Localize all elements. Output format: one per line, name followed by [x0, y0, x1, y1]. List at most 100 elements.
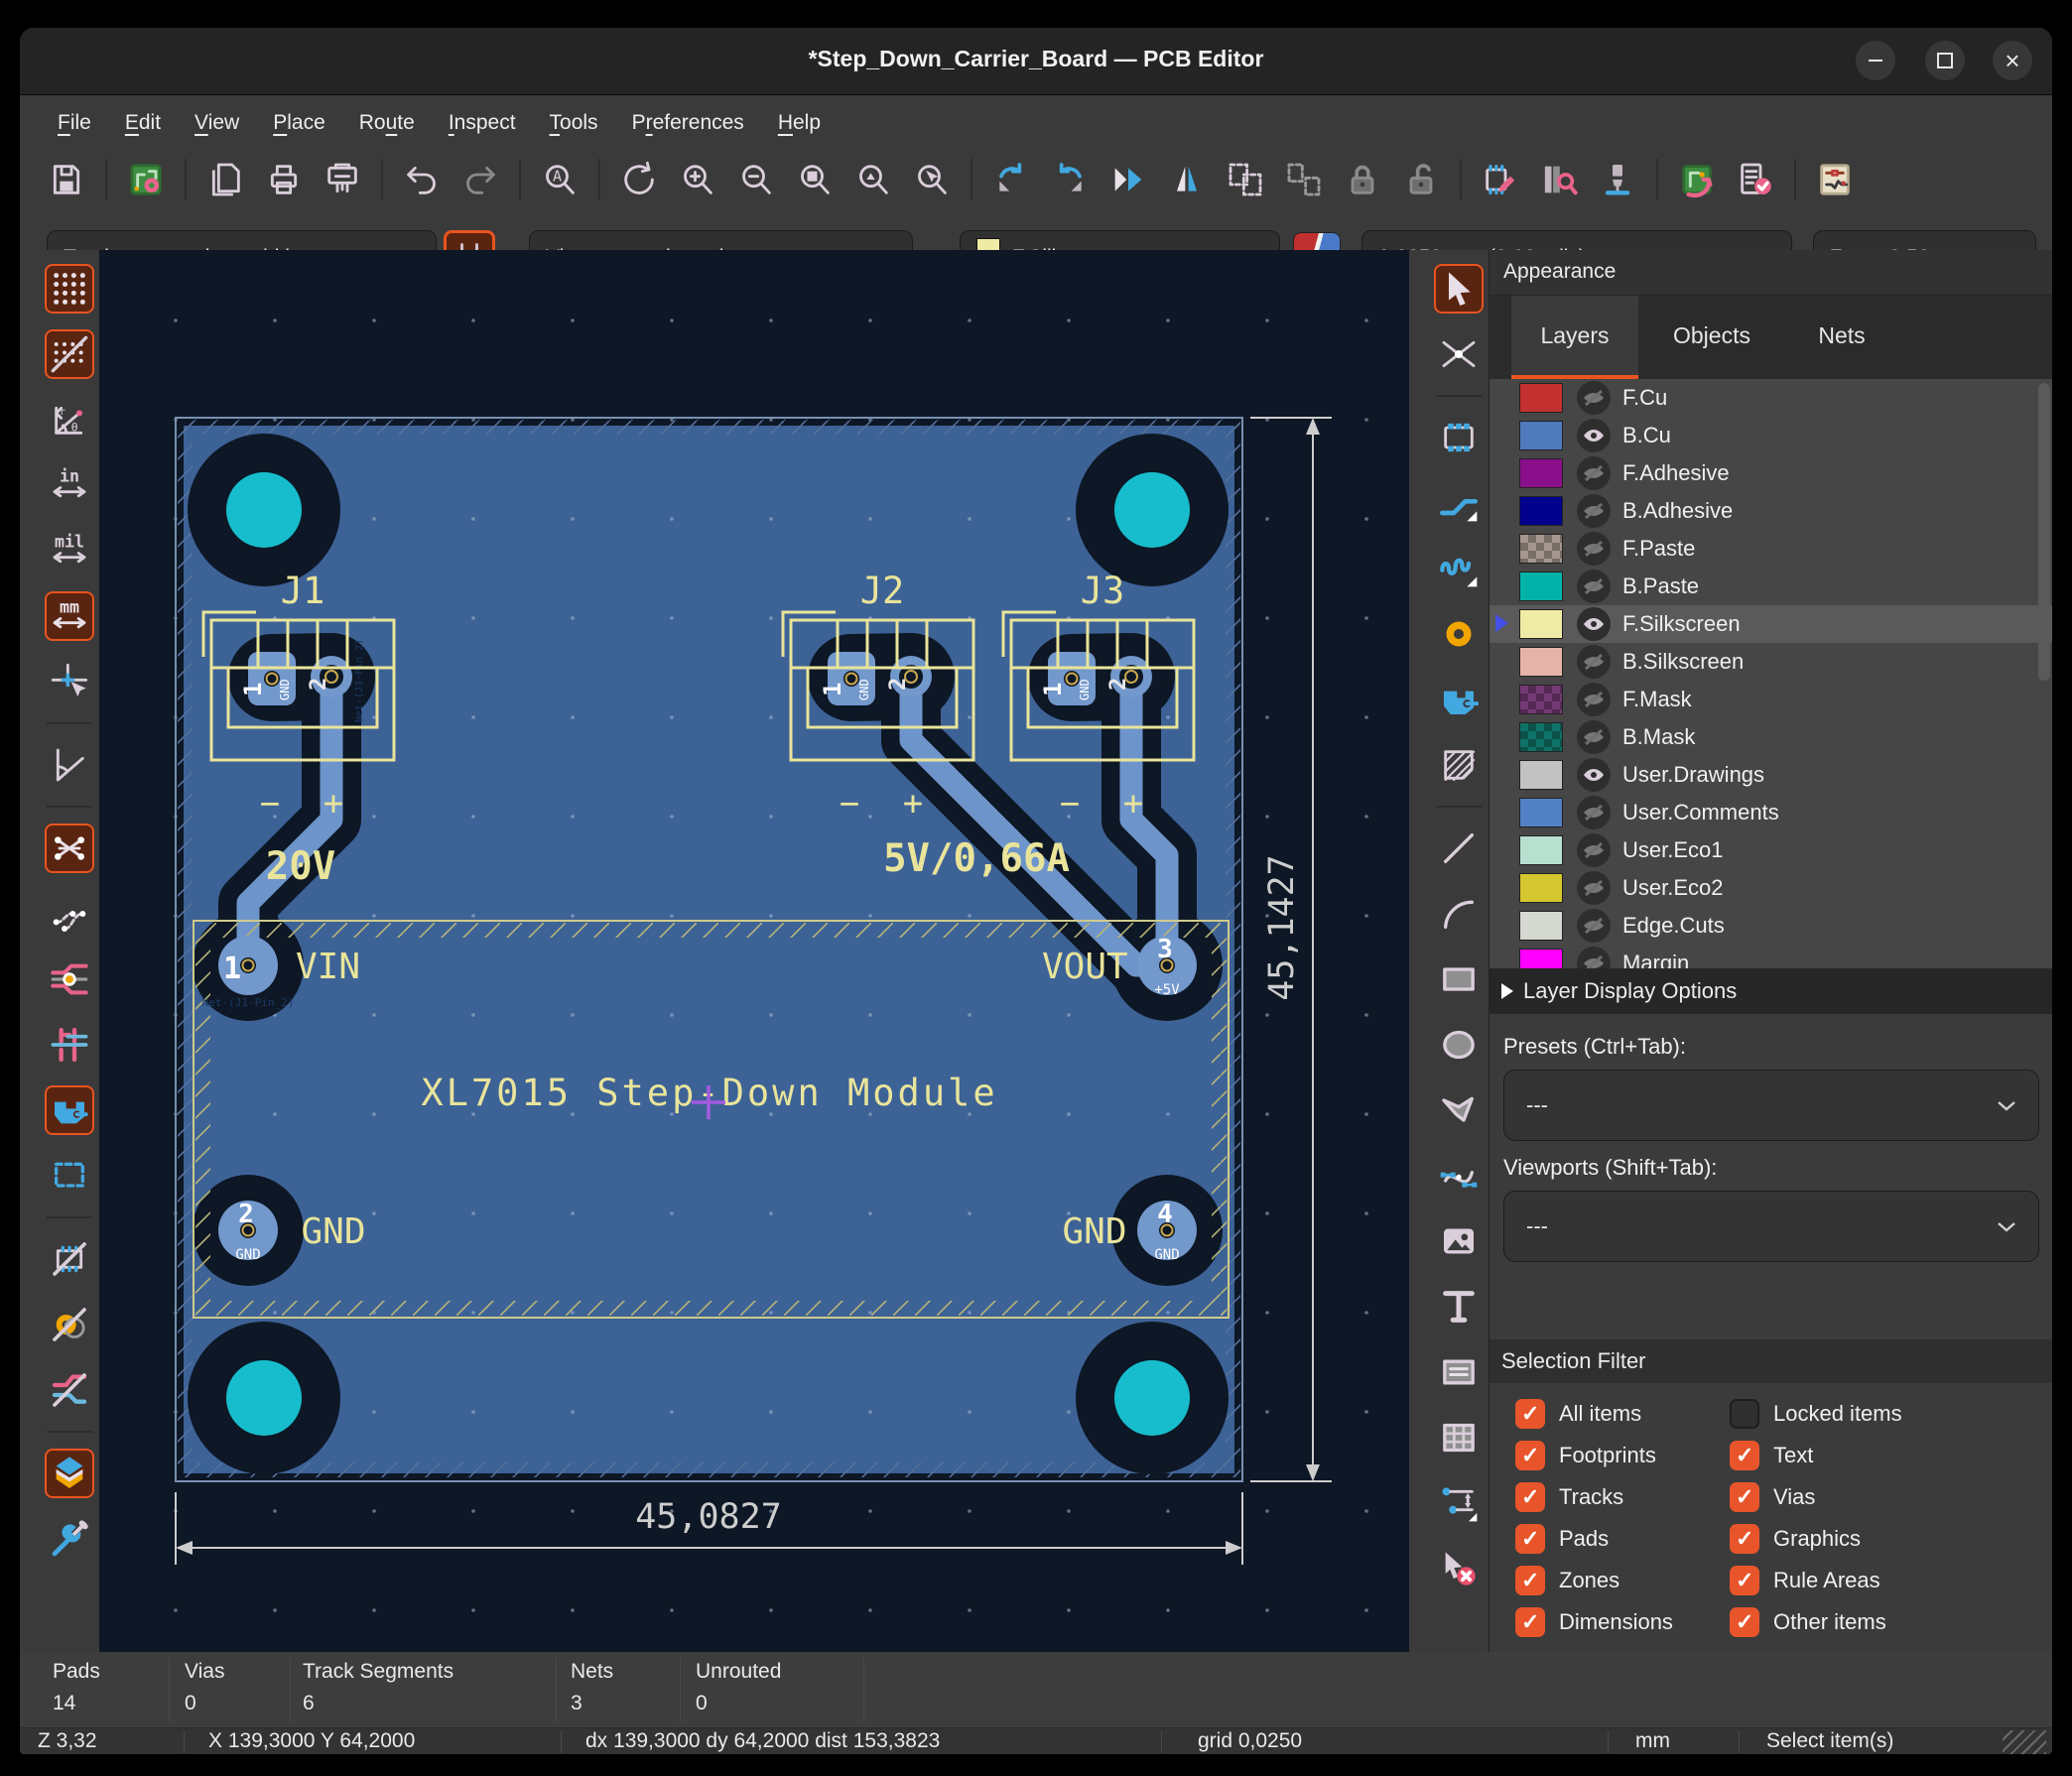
- zoom-selection-button[interactable]: [907, 155, 957, 204]
- rotate-cw-button[interactable]: [1045, 155, 1095, 204]
- layer-row-fadhesive[interactable]: F.Adhesive: [1489, 454, 2052, 492]
- layer-color-swatch[interactable]: [1519, 685, 1563, 714]
- units-mils-button[interactable]: mil: [45, 526, 94, 575]
- save-button[interactable]: [42, 155, 91, 204]
- layer-row-usereco2[interactable]: User.Eco2: [1489, 869, 2052, 907]
- footprint-editor-button[interactable]: [1476, 155, 1525, 204]
- add-image-tool[interactable]: [1434, 1216, 1484, 1266]
- presets-dropdown[interactable]: ---: [1503, 1070, 2039, 1141]
- close-button[interactable]: ×: [1993, 41, 2032, 80]
- filter-pads[interactable]: Pads: [1515, 1524, 1609, 1554]
- schematic-editor-button[interactable]: [1810, 155, 1860, 204]
- crosshair-cursor-toggle[interactable]: [45, 657, 94, 706]
- 3d-viewer-button[interactable]: [1593, 155, 1642, 204]
- units-inches-button[interactable]: in: [45, 460, 94, 510]
- layer-color-swatch[interactable]: [1519, 609, 1563, 639]
- filter-other-items[interactable]: Other items: [1730, 1607, 1886, 1637]
- update-pcb-button[interactable]: [1672, 155, 1722, 204]
- draw-polygon-tool[interactable]: [1434, 1085, 1484, 1135]
- layer-color-swatch[interactable]: [1519, 421, 1563, 450]
- checkbox[interactable]: [1730, 1482, 1759, 1512]
- tools-preferences-button[interactable]: [45, 1514, 94, 1564]
- units-mm-button[interactable]: mm: [45, 591, 94, 641]
- output-rating-text[interactable]: 5V/0,66A: [883, 836, 1070, 881]
- filter-zones[interactable]: Zones: [1515, 1566, 1619, 1595]
- filter-footprints[interactable]: Footprints: [1515, 1441, 1656, 1470]
- curved-ratsnest-toggle[interactable]: [45, 889, 94, 939]
- checkbox[interactable]: [1515, 1399, 1545, 1429]
- layer-color-swatch[interactable]: [1519, 760, 1563, 790]
- menu-route[interactable]: Route: [349, 105, 425, 141]
- rotate-ccw-button[interactable]: [986, 155, 1036, 204]
- layer-color-swatch[interactable]: [1519, 647, 1563, 677]
- layer-display-options[interactable]: Layer Display Options: [1489, 968, 2052, 1014]
- print-button[interactable]: [259, 155, 309, 204]
- add-rule-area-tool[interactable]: [1434, 740, 1484, 790]
- filter-graphics[interactable]: Graphics: [1730, 1524, 1861, 1554]
- tab-objects[interactable]: Objects: [1648, 296, 1775, 375]
- net-color-mode-toggle[interactable]: [45, 954, 94, 1004]
- layer-row-bcu[interactable]: B.Cu: [1489, 417, 2052, 454]
- menu-view[interactable]: View: [185, 105, 249, 141]
- filter-text[interactable]: Text: [1730, 1441, 1813, 1470]
- layer-row-fmask[interactable]: F.Mask: [1489, 681, 2052, 718]
- maximize-button[interactable]: [1925, 41, 1965, 80]
- checkbox[interactable]: [1730, 1441, 1759, 1470]
- add-textbox-tool[interactable]: [1434, 1347, 1484, 1397]
- grid-override-toggle[interactable]: [45, 329, 94, 379]
- group-button[interactable]: [1221, 155, 1270, 204]
- tab-nets[interactable]: Nets: [1787, 296, 1896, 375]
- redo-button[interactable]: [455, 155, 505, 204]
- filter-all-items[interactable]: All items: [1515, 1399, 1641, 1429]
- selection-area-toggle[interactable]: [45, 1151, 94, 1201]
- layer-color-swatch[interactable]: [1519, 534, 1563, 564]
- filter-dimensions[interactable]: Dimensions: [1515, 1607, 1673, 1637]
- checkbox[interactable]: [1515, 1566, 1545, 1595]
- ratsnest-toggle[interactable]: [45, 824, 94, 873]
- layer-color-swatch[interactable]: [1519, 383, 1563, 413]
- checkbox[interactable]: [1730, 1399, 1759, 1429]
- visibility-eye-icon[interactable]: [1577, 720, 1611, 754]
- menu-tools[interactable]: Tools: [540, 105, 608, 141]
- draw-bezier-tool[interactable]: [1434, 1151, 1484, 1201]
- lock-button[interactable]: [1338, 155, 1387, 204]
- visibility-eye-icon[interactable]: [1577, 833, 1611, 867]
- layer-color-swatch[interactable]: [1519, 949, 1563, 968]
- vin-text[interactable]: VIN: [296, 947, 360, 987]
- filter-vias[interactable]: Vias: [1730, 1482, 1815, 1512]
- visibility-eye-icon[interactable]: [1577, 871, 1611, 905]
- page-settings-button[interactable]: [200, 155, 250, 204]
- footprint-browser-button[interactable]: [1534, 155, 1584, 204]
- layer-row-usercomments[interactable]: User.Comments: [1489, 794, 2052, 831]
- visibility-eye-icon[interactable]: [1577, 947, 1611, 968]
- viewports-dropdown[interactable]: ---: [1503, 1191, 2039, 1262]
- checkbox[interactable]: [1515, 1482, 1545, 1512]
- checkbox[interactable]: [1515, 1607, 1545, 1637]
- unlock-button[interactable]: [1396, 155, 1446, 204]
- layer-row-edgecuts[interactable]: Edge.Cuts: [1489, 907, 2052, 945]
- tune-length-tool[interactable]: [1434, 544, 1484, 593]
- layer-row-bmask[interactable]: B.Mask: [1489, 718, 2052, 756]
- draw-rectangle-tool[interactable]: [1434, 954, 1484, 1004]
- layer-row-margin[interactable]: Margin: [1489, 945, 2052, 968]
- layer-color-swatch[interactable]: [1519, 835, 1563, 865]
- hide-footprints-toggle[interactable]: [45, 1234, 94, 1284]
- visibility-eye-icon[interactable]: [1577, 758, 1611, 792]
- angle-graphic-toggle[interactable]: [45, 740, 94, 790]
- pcb-canvas[interactable]: 1 Net-(J1-Pin_2) 2 GND 3 +5V 4 GND: [99, 250, 1409, 1652]
- zoom-out-button[interactable]: [731, 155, 781, 204]
- grid-toggle[interactable]: [45, 264, 94, 314]
- plot-button[interactable]: [318, 155, 367, 204]
- input-rating-text[interactable]: 20V: [266, 844, 335, 889]
- gnd-left-text[interactable]: GND: [301, 1211, 365, 1252]
- layer-color-swatch[interactable]: [1519, 873, 1563, 903]
- resize-grip[interactable]: [2003, 1730, 2046, 1754]
- layer-color-swatch[interactable]: [1519, 496, 1563, 526]
- visibility-eye-icon[interactable]: [1577, 494, 1611, 528]
- vout-text[interactable]: VOUT: [1042, 947, 1128, 987]
- polar-coords-toggle[interactable]: θr: [45, 395, 94, 444]
- select-tool[interactable]: [1434, 264, 1484, 314]
- gnd-right-text[interactable]: GND: [1062, 1211, 1126, 1252]
- tab-layers[interactable]: Layers: [1511, 296, 1638, 379]
- layer-row-fsilkscreen[interactable]: F.Silkscreen: [1489, 605, 2052, 643]
